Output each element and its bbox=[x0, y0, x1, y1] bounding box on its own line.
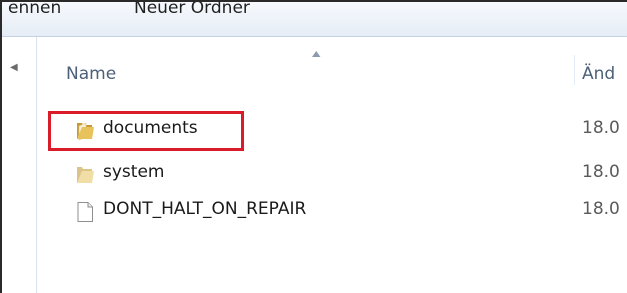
expand-arrow-icon[interactable]: ◀ bbox=[10, 62, 18, 73]
sort-ascending-icon: ▲ bbox=[312, 48, 321, 59]
new-folder-button[interactable]: Neuer Ordner bbox=[134, 2, 250, 18]
file-icon bbox=[77, 202, 93, 222]
file-row-system[interactable]: system 18.0 bbox=[37, 160, 627, 190]
file-list: ▲ Name Änd documents 18.0 system 18.0 DO… bbox=[37, 37, 627, 293]
file-date: 18.0 bbox=[582, 118, 620, 138]
file-row-dont-halt-on-repair[interactable]: DONT_HALT_ON_REPAIR 18.0 bbox=[37, 197, 627, 227]
command-bar: ennen Neuer Ordner bbox=[2, 2, 627, 37]
folder-icon bbox=[77, 167, 94, 183]
file-name[interactable]: system bbox=[103, 162, 164, 182]
selection-highlight-box bbox=[48, 111, 244, 151]
column-divider[interactable] bbox=[574, 55, 575, 85]
column-header-date-modified[interactable]: Änd bbox=[582, 64, 615, 84]
column-header-row: ▲ Name Änd bbox=[37, 37, 627, 87]
rename-button[interactable]: ennen bbox=[8, 2, 61, 18]
file-name[interactable]: DONT_HALT_ON_REPAIR bbox=[103, 199, 306, 219]
navigation-pane: ◀ bbox=[2, 37, 37, 293]
file-date: 18.0 bbox=[582, 162, 620, 182]
file-date: 18.0 bbox=[582, 199, 620, 219]
column-header-name[interactable]: Name bbox=[66, 64, 116, 84]
